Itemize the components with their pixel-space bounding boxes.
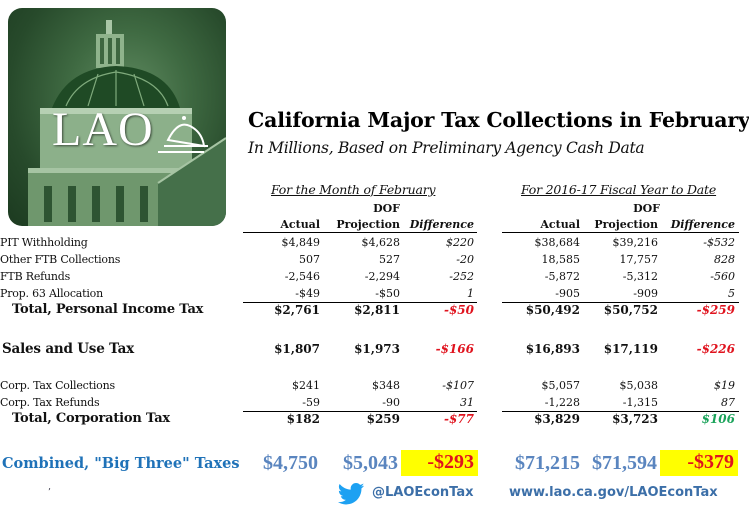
month-projection-cell: $348: [372, 379, 400, 392]
month-actual-cell: $182: [286, 412, 320, 426]
website-link[interactable]: www.lao.ca.gov/LAOEconTax: [509, 485, 718, 500]
month-difference-cell: -$50: [443, 303, 474, 317]
fytd-projection-cell: 17,757: [619, 253, 659, 266]
month-actual-cell: $241: [292, 379, 320, 392]
month-projection-cell: $259: [366, 412, 400, 426]
fytd-projection-header: Projection: [594, 218, 658, 231]
month-difference-cell: -252: [449, 270, 474, 283]
fytd-section-heading: For 2016-17 Fiscal Year to Date: [521, 182, 717, 197]
fytd-difference-cell: -$532: [703, 236, 735, 249]
fytd-projection-cell: -909: [633, 287, 658, 300]
fytd-actual-cell: $3,829: [534, 412, 580, 426]
page-title: California Major Tax Collections in Febr…: [248, 108, 749, 132]
month-difference-cell: -$77: [443, 412, 474, 426]
row-label: Other FTB Collections: [0, 253, 121, 266]
month-difference-cell: -20: [456, 253, 474, 266]
fytd-difference-cell: -560: [710, 270, 735, 283]
logo-text: LAO: [52, 103, 154, 156]
fytd-difference-cell: -$259: [696, 303, 735, 317]
month-projection-cell: $4,628: [361, 236, 401, 249]
fytd-difference-cell: 5: [728, 287, 735, 300]
month-actual-cell: $4,849: [281, 236, 321, 249]
month-difference-cell: -$107: [442, 379, 474, 392]
combined-fytd-projection: $71,594: [592, 452, 657, 474]
fytd-difference-cell: $106: [701, 412, 735, 426]
month-projection-cell: $1,973: [354, 342, 400, 356]
row-label: FTB Refunds: [0, 270, 71, 283]
month-difference-cell: 1: [467, 287, 474, 300]
month-difference-cell: -$166: [435, 342, 474, 356]
fytd-projection-cell: -5,312: [622, 270, 658, 283]
combined-month-actual: $4,750: [263, 452, 318, 474]
fytd-projection-cell: $50,752: [603, 303, 658, 317]
month-actual-header: Actual: [280, 218, 320, 231]
month-dof-header: DOF: [373, 202, 400, 215]
month-difference-header: Difference: [409, 218, 474, 231]
month-projection-cell: -90: [382, 396, 400, 409]
month-actual-cell: -$49: [295, 287, 320, 300]
combined-month-projection: $5,043: [343, 452, 398, 474]
month-projection-cell: -$50: [375, 287, 400, 300]
combined-month-difference-highlight: -$293: [401, 450, 478, 476]
fytd-actual-cell: -1,228: [544, 396, 580, 409]
twitter-handle-link[interactable]: @LAOEconTax: [372, 485, 474, 500]
row-label: Corp. Tax Refunds: [0, 396, 100, 409]
month-actual-cell: -2,546: [284, 270, 320, 283]
fytd-difference-cell: 87: [721, 396, 735, 409]
combined-label: Combined, "Big Three" Taxes: [2, 455, 240, 472]
month-actual-cell: -59: [302, 396, 320, 409]
stray-mark: ’: [48, 488, 51, 498]
month-header-rule: [243, 232, 477, 233]
month-projection-header: Projection: [336, 218, 400, 231]
fytd-actual-cell: -5,872: [544, 270, 580, 283]
fytd-difference-cell: $19: [714, 379, 735, 392]
row-label: Corp. Tax Collections: [0, 379, 115, 392]
fytd-difference-cell: 828: [714, 253, 735, 266]
fytd-actual-cell: 18,585: [541, 253, 581, 266]
fytd-header-rule: [502, 232, 739, 233]
fytd-actual-cell: $5,057: [541, 379, 581, 392]
month-difference-cell: $220: [446, 236, 474, 249]
month-actual-cell: 507: [299, 253, 320, 266]
month-projection-cell: $2,811: [354, 303, 400, 317]
row-label: PIT Withholding: [0, 236, 88, 249]
month-corp-total-rule: [243, 411, 477, 412]
fytd-actual-cell: -905: [555, 287, 580, 300]
combined-fytd-difference: -$379: [687, 451, 734, 473]
fytd-actual-header: Actual: [540, 218, 580, 231]
combined-fytd-actual: $71,215: [515, 452, 580, 474]
fytd-projection-cell: $5,038: [619, 379, 659, 392]
month-actual-cell: $1,807: [274, 342, 320, 356]
combined-month-difference: -$293: [427, 451, 474, 473]
fytd-difference-cell: -$226: [696, 342, 735, 356]
month-projection-cell: -2,294: [364, 270, 400, 283]
fytd-dof-header: DOF: [633, 202, 660, 215]
month-projection-cell: 527: [379, 253, 400, 266]
row-label: Sales and Use Tax: [2, 341, 135, 357]
fytd-projection-cell: $3,723: [612, 412, 658, 426]
row-label: Prop. 63 Allocation: [0, 287, 103, 300]
fytd-actual-cell: $16,893: [525, 342, 580, 356]
twitter-bird-icon[interactable]: [334, 483, 368, 505]
fytd-projection-cell: $17,119: [603, 342, 658, 356]
page-subtitle: In Millions, Based on Preliminary Agency…: [248, 139, 645, 157]
fytd-actual-cell: $38,684: [534, 236, 581, 249]
fytd-projection-cell: $39,216: [612, 236, 659, 249]
fytd-difference-header: Difference: [670, 218, 735, 231]
month-difference-cell: 31: [460, 396, 474, 409]
month-pit-total-rule: [243, 302, 477, 303]
row-label: Total, Personal Income Tax: [12, 302, 204, 317]
fytd-actual-cell: $50,492: [525, 303, 580, 317]
month-actual-cell: $2,761: [274, 303, 320, 317]
fytd-corp-total-rule: [502, 411, 739, 412]
fytd-projection-cell: -1,315: [622, 396, 658, 409]
fytd-pit-total-rule: [502, 302, 739, 303]
row-label: Total, Corporation Tax: [12, 411, 170, 426]
month-section-heading: For the Month of February: [271, 182, 436, 197]
combined-fytd-difference-highlight: -$379: [660, 450, 738, 476]
lao-logo: LAO: [8, 8, 226, 226]
